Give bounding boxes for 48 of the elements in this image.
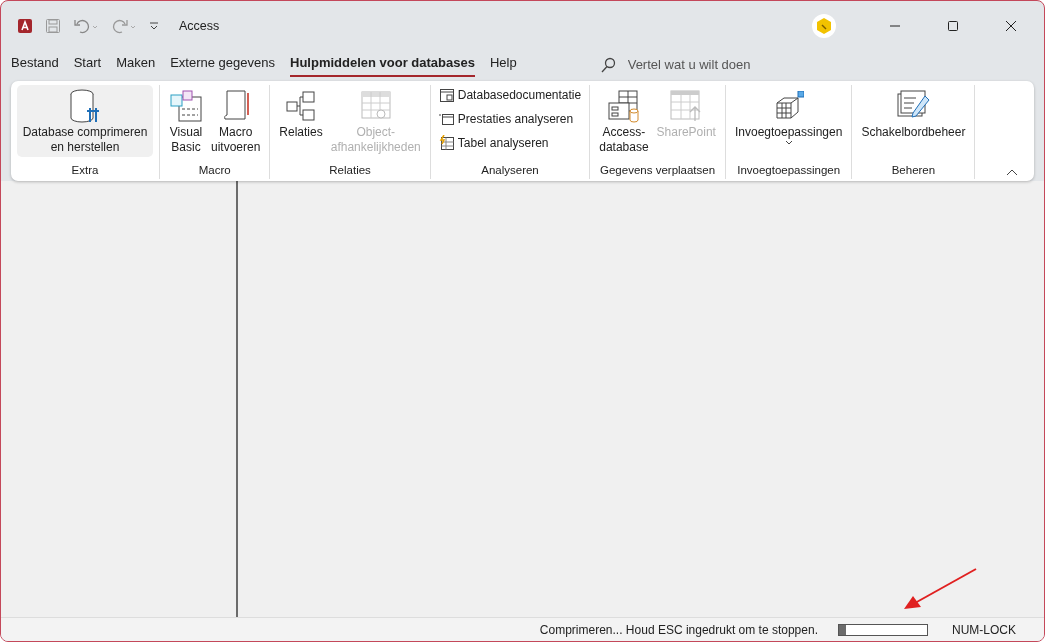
ribbon-tab[interactable]: Help (489, 52, 517, 78)
ribbon-button[interactable]: Databasedocumentatie (436, 85, 584, 105)
search-icon (599, 57, 616, 73)
group-label: Analyseren (480, 162, 540, 178)
window-title: Access (179, 17, 220, 35)
ribbon-button[interactable]: Relaties (276, 85, 326, 142)
ribbon-button[interactable]: Access-database (596, 85, 652, 157)
database-tools-icon (68, 88, 102, 124)
group-label: Invoegtoepassingen (736, 162, 842, 178)
group-label: Gegevens verplaatsen (599, 162, 717, 178)
search-field[interactable]: Vertel wat u wilt doen (625, 54, 826, 76)
relationships-icon (285, 90, 318, 122)
ribbon-button[interactable]: Database comprimeren en herstellen (17, 85, 153, 157)
group-label: Macro (197, 162, 232, 178)
window-icon (438, 111, 455, 127)
redo-icon[interactable] (111, 18, 137, 34)
ribbon-tab[interactable]: Bestand (11, 52, 59, 78)
ribbon-button[interactable]: Macro uitvoeren (208, 85, 264, 157)
ribbon-button[interactable]: Prestaties analyseren (436, 109, 584, 129)
document-icon (438, 87, 455, 103)
account-badge-icon (815, 17, 833, 35)
code-cubes-icon (169, 89, 203, 123)
ribbon-tab[interactable]: Externe gegevens (170, 52, 275, 78)
account-avatar[interactable] (812, 14, 836, 38)
customize-toolbar-icon[interactable] (149, 21, 159, 31)
app-logo-icon (17, 18, 33, 34)
ribbon-tab[interactable]: Hulpmiddelen voor databases (290, 52, 475, 78)
ribbon-button[interactable]: Invoegtoepassingen (731, 85, 846, 147)
maximize-icon[interactable] (947, 20, 959, 32)
ribbon-tab[interactable]: Start (73, 52, 102, 78)
ribbon-tab[interactable]: Maken (116, 52, 156, 78)
ribbon-button[interactable]: Visual Basic (166, 85, 206, 157)
table-lightning-icon (438, 135, 455, 151)
group-label: Extra (70, 162, 100, 178)
close-icon[interactable] (1005, 20, 1017, 32)
collapse-ribbon-icon[interactable] (1006, 169, 1018, 176)
cubes-icon (773, 91, 804, 121)
group-label: Beheren (890, 162, 937, 178)
status-message: Comprimeren... Houd ESC ingedrukt om te stoppen. (539, 621, 818, 639)
database-table-icon (606, 89, 641, 123)
undo-icon[interactable] (73, 18, 99, 34)
group-label: Relaties (328, 162, 372, 178)
ribbon-button[interactable]: Tabel analyseren (436, 133, 584, 153)
ribbon-button[interactable]: Schakelbordbeheer (858, 85, 969, 142)
table-link-icon (359, 90, 392, 122)
caret-icon (784, 140, 793, 145)
save-icon[interactable] (45, 18, 61, 34)
num-lock-indicator: NUM-LOCK (952, 621, 1016, 639)
